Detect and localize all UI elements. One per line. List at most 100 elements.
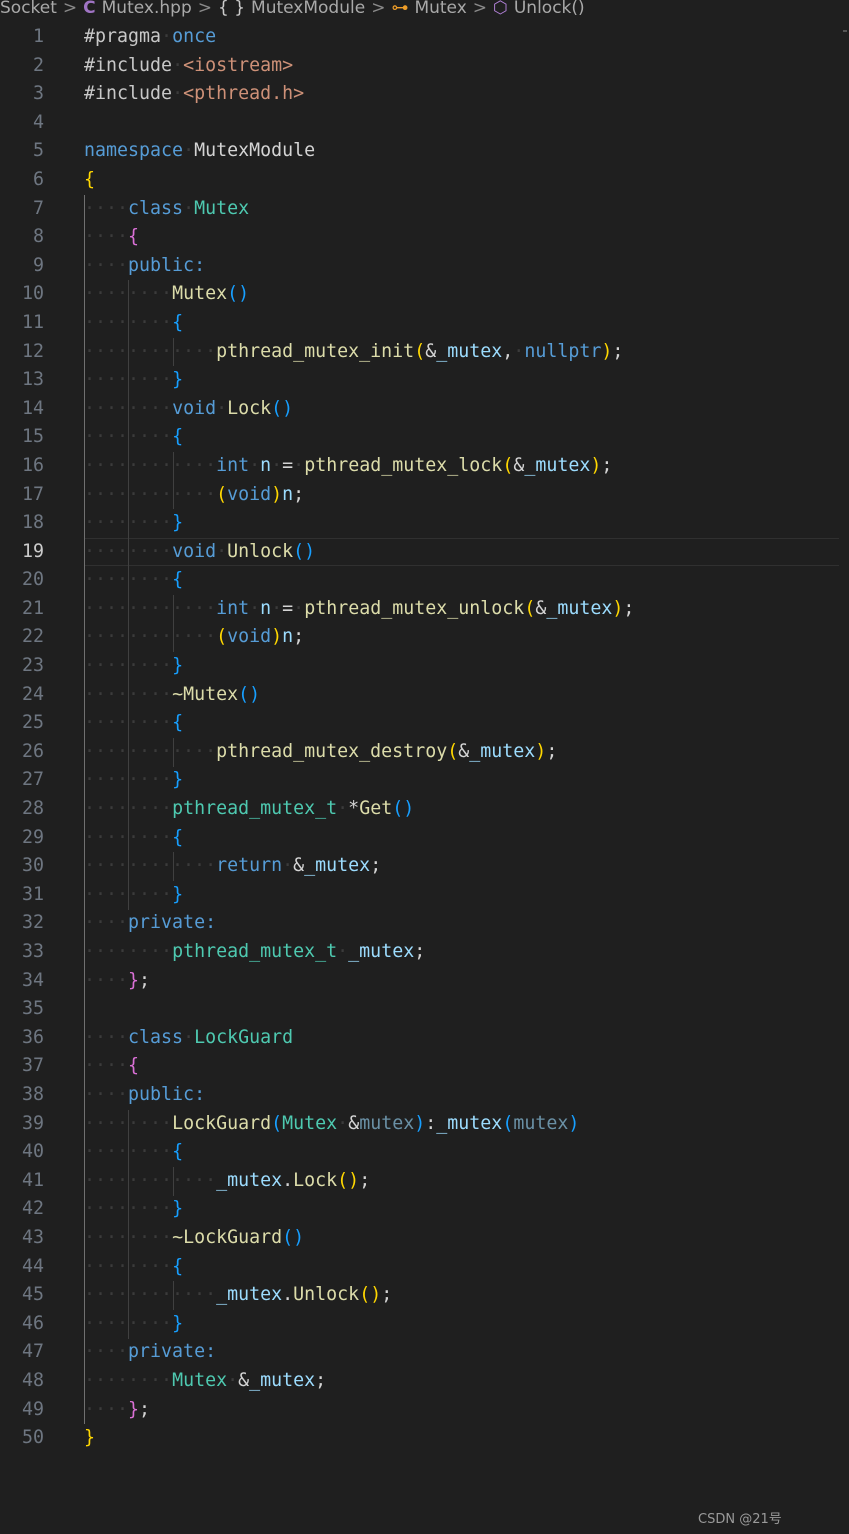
- breadcrumb-item-class[interactable]: Mutex: [414, 0, 466, 17]
- code-line[interactable]: 41 ············_mutex.Lock();: [0, 1167, 849, 1196]
- code-text: ········~Mutex(): [84, 681, 260, 710]
- code-line[interactable]: 17 ············(void)n;: [0, 481, 849, 510]
- breadcrumb-item-namespace[interactable]: MutexModule: [251, 0, 365, 17]
- whitespace-marker: ············: [84, 1169, 217, 1191]
- code-line[interactable]: 35: [0, 995, 849, 1024]
- code-text: #include·<iostream>: [84, 52, 293, 81]
- code-line[interactable]: 20 ········{: [0, 566, 849, 595]
- code-line[interactable]: 42 ········}: [0, 1195, 849, 1224]
- code-line[interactable]: 40 ········{: [0, 1138, 849, 1167]
- code-line[interactable]: 14 ········void·Lock(): [0, 395, 849, 424]
- code-token: {: [172, 712, 184, 734]
- line-number: 37: [21, 1055, 44, 1077]
- code-text: ········{: [84, 309, 183, 338]
- code-token: (: [216, 626, 228, 648]
- code-token: #include: [84, 83, 173, 105]
- code-line[interactable]: 16 ············int·n·=·pthread_mutex_lock…: [0, 452, 849, 481]
- indent-guide: [172, 337, 174, 367]
- code-line[interactable]: 50}: [0, 1424, 849, 1453]
- code-text: ····public:: [84, 1081, 205, 1110]
- code-line[interactable]: 27 ········}: [0, 766, 849, 795]
- code-line[interactable]: 30 ············return·&_mutex;: [0, 852, 849, 881]
- code-line[interactable]: 24 ········~Mutex(): [0, 681, 849, 710]
- code-line[interactable]: 37 ····{: [0, 1052, 849, 1081]
- indent-guide: [172, 452, 174, 510]
- code-editor[interactable]: 1 #pragma·once 2 #include·<iostream> 3 #inclu…: [0, 23, 849, 1453]
- breadcrumb: Socket > C Mutex.hpp > { } MutexModule > ⊶ Mutex >…: [0, 0, 849, 18]
- code-line[interactable]: 31 ········}: [0, 881, 849, 910]
- code-line[interactable]: 18 ········}: [0, 509, 849, 538]
- breadcrumb-item-method[interactable]: Unlock(): [514, 0, 585, 17]
- code-line[interactable]: 43 ········~LockGuard(): [0, 1224, 849, 1253]
- whitespace-marker: ·: [249, 597, 261, 619]
- code-line[interactable]: 5 namespace·MutexModule: [0, 137, 849, 166]
- code-token: ~Mutex: [172, 683, 239, 705]
- code-line[interactable]: 25 ········{: [0, 709, 849, 738]
- code-token: n: [260, 454, 272, 476]
- code-line[interactable]: 33 ········pthread_mutex_t·_mutex;: [0, 938, 849, 967]
- code-line[interactable]: 39········LockGuard(Mutex·&mutex):_mutex…: [0, 1110, 849, 1139]
- code-token: int: [216, 454, 250, 476]
- code-token: MutexModule: [194, 140, 316, 162]
- code-line[interactable]: 15 ········{: [0, 423, 849, 452]
- code-line[interactable]: 8 ····{: [0, 223, 849, 252]
- code-text: ····class·LockGuard: [84, 1024, 293, 1053]
- code-line[interactable]: 49 ····};: [0, 1396, 849, 1425]
- code-line[interactable]: 26 ············pthread_mutex_destroy(&_mu…: [0, 738, 849, 767]
- code-text: ········~LockGuard(): [84, 1224, 304, 1253]
- code-line[interactable]: 46 ········}: [0, 1310, 849, 1339]
- code-line[interactable]: 7 ····class·Mutex: [0, 195, 849, 224]
- whitespace-marker: ·: [161, 26, 173, 47]
- code-line[interactable]: 9 ····public:: [0, 252, 849, 281]
- code-line[interactable]: 48 ········Mutex·&_mutex;: [0, 1367, 849, 1396]
- code-line[interactable]: 3 #include·<pthread.h>: [0, 80, 849, 109]
- whitespace-marker: ·: [337, 798, 349, 820]
- code-token: namespace: [84, 140, 184, 162]
- code-line[interactable]: 12 ············pthread_mutex_init(&_mutex…: [0, 338, 849, 367]
- code-line[interactable]: 13 ········}: [0, 366, 849, 395]
- code-line[interactable]: 36 ····class·LockGuard: [0, 1024, 849, 1053]
- code-line[interactable]: 23 ········}: [0, 652, 849, 681]
- code-token: (: [502, 1112, 514, 1134]
- code-text: namespace·MutexModule: [84, 137, 315, 166]
- line-number: 23: [21, 655, 44, 677]
- code-line[interactable]: 38 ····public:: [0, 1081, 849, 1110]
- code-line[interactable]: 29 ········{: [0, 824, 849, 853]
- whitespace-marker: ····: [84, 969, 129, 991]
- indent-guide: [128, 1109, 130, 1339]
- code-line[interactable]: 10 ········Mutex(): [0, 280, 849, 309]
- code-line[interactable]: 11 ········{: [0, 309, 849, 338]
- code-line[interactable]: 6{: [0, 166, 849, 195]
- code-line[interactable]: 1 #pragma·once: [0, 23, 849, 52]
- code-line[interactable]: 2 #include·<iostream>: [0, 52, 849, 81]
- code-line[interactable]: 44 ········{: [0, 1253, 849, 1282]
- code-line[interactable]: 21 ············int·n·=·pthread_mutex_unlo…: [0, 595, 849, 624]
- code-line[interactable]: 22 ············(void)n;: [0, 623, 849, 652]
- code-token: <iostream>: [183, 54, 294, 76]
- whitespace-marker: ·: [271, 454, 283, 476]
- code-line[interactable]: 19 ········void·Unlock(): [0, 537, 849, 567]
- code-token: (: [414, 340, 426, 362]
- breadcrumb-item-file[interactable]: Mutex.hpp: [102, 0, 192, 17]
- code-token: (): [359, 1284, 382, 1306]
- code-token: .: [282, 1284, 294, 1306]
- code-text: ············(void)n;: [84, 623, 304, 652]
- whitespace-marker: ·: [172, 83, 184, 105]
- code-token: ): [414, 1112, 426, 1134]
- line-number: 38: [21, 1083, 44, 1105]
- code-line[interactable]: 32 ····private:: [0, 909, 849, 938]
- code-line[interactable]: 47 ····private:: [0, 1338, 849, 1367]
- code-token: once: [172, 26, 217, 47]
- code-line[interactable]: 4: [0, 109, 849, 138]
- code-token: _mutex: [216, 1169, 283, 1191]
- code-text: ········}: [84, 652, 183, 681]
- watermark: CSDN @21号: [698, 1512, 782, 1527]
- code-text: ····class·Mutex: [84, 195, 249, 224]
- code-line[interactable]: 28 ········pthread_mutex_t·*Get(): [0, 795, 849, 824]
- code-line[interactable]: 34 ····};: [0, 967, 849, 996]
- code-token: ;: [623, 597, 635, 619]
- code-token: #pragma: [84, 26, 162, 47]
- code-line[interactable]: 45 ············_mutex.Unlock();: [0, 1281, 849, 1310]
- code-text: ············_mutex.Lock();: [84, 1167, 370, 1196]
- breadcrumb-item-folder[interactable]: Socket: [0, 0, 57, 17]
